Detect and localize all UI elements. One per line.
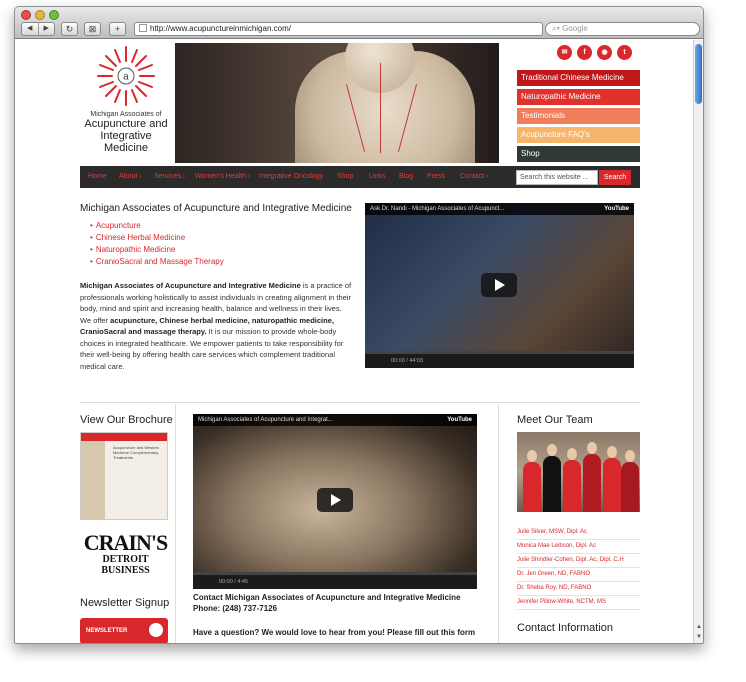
team-member[interactable]: Dr. Jen Green, ND, FABNO	[517, 568, 640, 582]
video2-title: Michigan Associates of Acupuncture and I…	[193, 414, 477, 426]
forward-button[interactable]: ▶	[39, 23, 55, 35]
play-icon[interactable]	[481, 273, 517, 297]
nav-about[interactable]: About ›	[119, 166, 142, 188]
video-practice-overview[interactable]: Michigan Associates of Acupuncture and I…	[193, 414, 477, 589]
close-window-button[interactable]	[21, 10, 31, 20]
nav-home[interactable]: Home	[88, 166, 107, 188]
back-button[interactable]: ◀	[22, 23, 39, 35]
browser-window: ◀ ▶ ↻ ⊠ + http://www.acupunctureinmichig…	[14, 6, 704, 644]
nav-shop[interactable]: Shop	[337, 166, 353, 188]
team-member[interactable]: Julie Silver, MSW, Dipl. Ac	[517, 526, 640, 540]
sunburst-logo-icon: a	[97, 46, 155, 106]
intro-paragraph: Michigan Associates of Acupuncture and I…	[80, 280, 352, 372]
nav-links[interactable]: Links	[369, 166, 385, 188]
newsletter-heading: Newsletter Signup	[80, 597, 170, 609]
zoom-window-button[interactable]	[49, 10, 59, 20]
team-list: Julie Silver, MSW, Dipl. Ac Monica Mae L…	[517, 526, 640, 610]
intro-title: Michigan Associates of Acupuncture and I…	[80, 203, 352, 214]
link-chinese-herbal[interactable]: Chinese Herbal Medicine	[90, 232, 224, 244]
browser-toolbar: ◀ ▶ ↻ ⊠ + http://www.acupunctureinmichig…	[15, 7, 703, 39]
team-member[interactable]: Jennifer Pillow-White, NCTM, MS	[517, 596, 640, 610]
contact-info-heading: Contact Information	[517, 622, 613, 634]
brochure-heading: View Our Brochure	[80, 414, 173, 426]
web-page: a Michigan Associates of Acupuncture and…	[15, 40, 694, 643]
team-member[interactable]: Dr. Sheba Roy, ND, FABNO	[517, 582, 640, 596]
browser-search-field[interactable]: ⌕▾ Google	[545, 22, 700, 36]
nav-services[interactable]: Services ›	[154, 166, 185, 188]
site-logo[interactable]: a Michigan Associates of Acupuncture and…	[80, 43, 172, 163]
link-craniosacral[interactable]: CranioSacral and Massage Therapy	[90, 256, 224, 268]
side-menu-naturopathic[interactable]: Naturopathic Medicine	[517, 89, 640, 105]
hero-acupuncture-image	[175, 43, 499, 163]
browser-search-placeholder: Google	[562, 24, 588, 33]
social-icons: ✉ f ◉ t	[557, 45, 632, 60]
team-heading: Meet Our Team	[517, 414, 593, 426]
intro-p1-bold: Michigan Associates of Acupuncture and I…	[80, 281, 301, 290]
nav-womens-health[interactable]: Women's Health ›	[195, 166, 250, 188]
brochure-thumbnail[interactable]: Acupuncture and Western Medicine Complem…	[80, 432, 168, 520]
service-links: Acupuncture Chinese Herbal Medicine Natu…	[90, 220, 224, 268]
nav-integrative-oncology[interactable]: Integrative Oncology	[259, 166, 323, 188]
play-icon[interactable]	[317, 488, 353, 512]
site-search-button[interactable]: Search	[599, 170, 631, 185]
logo-line-3: Integrative Medicine	[100, 130, 152, 154]
youtube-logo: YouTube	[447, 417, 472, 423]
side-menu-testimonials[interactable]: Testimonials	[517, 108, 640, 124]
email-icon[interactable]: ✉	[557, 45, 572, 60]
logo-letter: a	[123, 72, 129, 83]
address-bar[interactable]: http://www.acupunctureinmichigan.com/	[134, 22, 543, 36]
side-menu-shop[interactable]: Shop	[517, 146, 640, 162]
youtube-logo: YouTube	[604, 206, 629, 212]
side-menu-tcm[interactable]: Traditional Chinese Medicine	[517, 70, 640, 86]
intro-p2-start: We offer	[80, 315, 111, 325]
nav-contact[interactable]: Contact ›	[460, 166, 488, 188]
contact-question: Have a question? We would love to hear f…	[193, 628, 476, 637]
rss-icon[interactable]: ◉	[597, 45, 612, 60]
team-member[interactable]: Monica Mae Leibson, Dipl. Ac	[517, 540, 640, 554]
back-forward-group: ◀ ▶	[21, 22, 55, 36]
page-icon	[139, 24, 147, 32]
twitter-icon[interactable]: t	[617, 45, 632, 60]
side-menu-faq[interactable]: Acupuncture FAQ's	[517, 127, 640, 143]
nav-blog[interactable]: Blog	[399, 166, 413, 188]
contact-block: Contact Michigan Associates of Acupunctu…	[193, 592, 460, 614]
scroll-arrows-icon[interactable]: ▲ ▼	[694, 622, 703, 643]
newsletter-signup-button[interactable]: NEWSLETTER	[80, 618, 168, 643]
search-icon: ⌕▾	[552, 24, 563, 33]
url-text: http://www.acupunctureinmichigan.com/	[150, 24, 291, 33]
vertical-scrollbar[interactable]: ▲ ▼	[693, 40, 703, 643]
contact-phone: Phone: (248) 737-7126	[193, 604, 278, 613]
logo-line-2: Acupuncture and	[84, 118, 168, 130]
link-acupuncture[interactable]: Acupuncture	[90, 220, 224, 232]
new-tab-button[interactable]: +	[109, 22, 126, 36]
crains-logo[interactable]: CRAIN'S DETROIT BUSINESS	[83, 532, 168, 577]
reload-button[interactable]: ↻	[61, 22, 78, 36]
arrow-icon	[149, 623, 163, 637]
team-member[interactable]: Julie Shindler-Cohen, Dipl. Ac, Dipl. C.…	[517, 554, 640, 568]
link-naturopathic[interactable]: Naturopathic Medicine	[90, 244, 224, 256]
video-ask-dr-nandi[interactable]: Ask Dr. Nandi - Michigan Associates of A…	[365, 203, 634, 368]
main-nav: Home About › Services › Women's Health ›…	[80, 166, 640, 188]
video1-controls[interactable]: 00:00 / 44:03	[365, 354, 634, 368]
nav-press[interactable]: Press	[427, 166, 445, 188]
reader-button[interactable]: ⊠	[84, 22, 101, 36]
site-search-input[interactable]: Search this website ...	[516, 170, 598, 185]
logo-line-1: Michigan Associates of	[90, 111, 162, 118]
newsletter-badge: NEWSLETTER	[86, 628, 128, 634]
minimize-window-button[interactable]	[35, 10, 45, 20]
scrollbar-thumb[interactable]	[695, 44, 702, 104]
video1-title: Ask Dr. Nandi - Michigan Associates of A…	[365, 203, 634, 215]
team-photo[interactable]	[517, 432, 640, 512]
video2-controls[interactable]: 00:00 / 4:45	[193, 575, 477, 589]
brochure-text: Acupuncture and Western Medicine Complem…	[113, 445, 160, 460]
facebook-icon[interactable]: f	[577, 45, 592, 60]
contact-line-1: Contact Michigan Associates of Acupunctu…	[193, 593, 461, 602]
